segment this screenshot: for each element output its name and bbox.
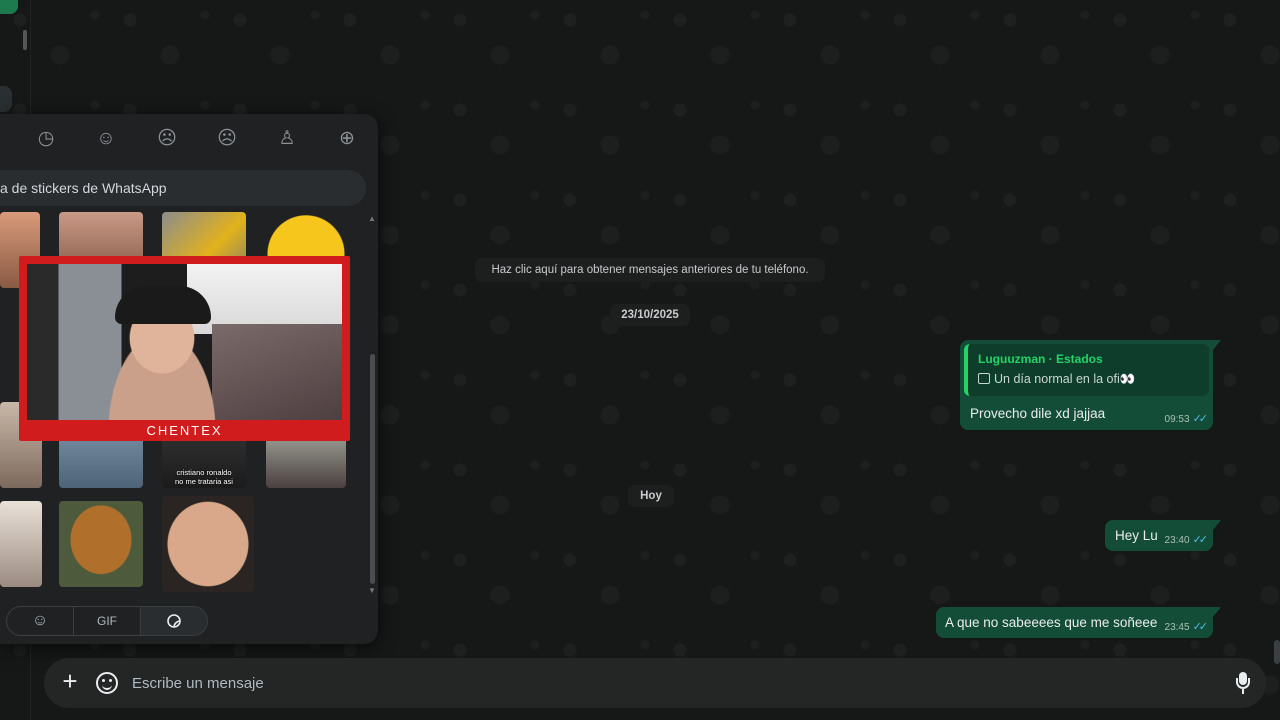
microphone-icon[interactable] bbox=[1236, 672, 1250, 694]
frown-icon[interactable]: ☹ bbox=[156, 128, 178, 150]
message-meta: 23:45 ✓✓ bbox=[1164, 620, 1209, 633]
message-text: Hey Lu bbox=[1115, 528, 1158, 543]
sticker-categories: ◷ ☺ ☹ ☹ ♙ ⊕ bbox=[0, 124, 378, 154]
sad-icon[interactable]: ☹ bbox=[216, 128, 238, 150]
tab-emoji[interactable]: ☺ bbox=[7, 607, 74, 635]
webcam-overlay: CHENTEX bbox=[19, 256, 350, 441]
quote-text-row: Un día normal en la ofi👀 bbox=[978, 372, 1135, 387]
outgoing-message[interactable]: Hey Lu 23:40 ✓✓ bbox=[1105, 520, 1221, 551]
message-meta: 23:40 ✓✓ bbox=[1164, 533, 1209, 546]
message-time: 23:45 bbox=[1164, 622, 1190, 633]
sticker-scrollbar[interactable] bbox=[370, 354, 375, 584]
message-text: Provecho dile xd jajjaa bbox=[970, 406, 1106, 421]
message-text: A que no sabeeees que me soñeee bbox=[945, 615, 1158, 630]
webcam-feed bbox=[27, 264, 342, 420]
sidebar-scrollbar[interactable] bbox=[23, 30, 27, 50]
cake-icon[interactable]: ♙ bbox=[276, 128, 298, 150]
add-circle-icon[interactable]: ⊕ bbox=[336, 128, 358, 150]
message-time: 09:53 bbox=[1164, 414, 1190, 425]
sticker-caption: cristiano ronaldo no me trataria asi bbox=[175, 468, 233, 486]
date-separator-today: Hoy bbox=[628, 485, 674, 507]
scroll-up-arrow[interactable]: ▲ bbox=[368, 214, 376, 223]
outgoing-message[interactable]: Luguuzman · Estados Un día normal en la … bbox=[960, 340, 1221, 430]
read-ticks-icon: ✓✓ bbox=[1192, 413, 1209, 425]
emoji-icon: ☺ bbox=[31, 612, 49, 629]
message-input[interactable] bbox=[132, 658, 1212, 708]
load-older-messages[interactable]: Haz clic aquí para obtener mensajes ante… bbox=[475, 258, 825, 282]
smile-icon[interactable]: ☺ bbox=[95, 128, 117, 150]
quote-text: Un día normal en la ofi👀 bbox=[994, 372, 1136, 386]
sticker-tile[interactable] bbox=[59, 501, 143, 587]
attach-plus-icon[interactable]: + bbox=[58, 668, 82, 694]
date-separator: 23/10/2025 bbox=[610, 304, 690, 326]
message-time: 23:40 bbox=[1164, 535, 1190, 546]
status-indicator bbox=[0, 0, 18, 14]
sticker-tile[interactable] bbox=[162, 496, 254, 592]
message-composer: + bbox=[44, 658, 1266, 708]
picker-tabs: ☺ GIF bbox=[6, 606, 208, 636]
webcam-headphones bbox=[115, 286, 211, 324]
chat-scrollbar[interactable] bbox=[1274, 640, 1280, 664]
tab-gif-label: GIF bbox=[97, 614, 117, 628]
clock-icon[interactable]: ◷ bbox=[35, 128, 57, 150]
message-meta: 09:53 ✓✓ bbox=[1164, 412, 1209, 425]
sidebar-tab[interactable] bbox=[0, 86, 12, 112]
sticker-button-icon[interactable] bbox=[96, 672, 118, 694]
tab-stickers[interactable] bbox=[141, 607, 207, 635]
tab-gif[interactable]: GIF bbox=[74, 607, 141, 635]
image-icon bbox=[978, 373, 990, 384]
read-ticks-icon: ✓✓ bbox=[1192, 534, 1209, 546]
outgoing-message[interactable]: A que no sabeeees que me soñeee 23:45 ✓✓ bbox=[936, 607, 1221, 638]
read-ticks-icon: ✓✓ bbox=[1192, 621, 1209, 633]
scroll-down-arrow[interactable]: ▼ bbox=[368, 586, 376, 595]
quoted-status[interactable]: Luguuzman · Estados Un día normal en la … bbox=[964, 344, 1209, 396]
webcam-label: CHENTEX bbox=[146, 423, 223, 438]
sticker-search-input[interactable]: a de stickers de WhatsApp bbox=[0, 170, 366, 206]
sticker-tile[interactable] bbox=[0, 501, 42, 587]
quote-author: Luguuzman · Estados bbox=[978, 352, 1103, 366]
sticker-icon bbox=[167, 614, 181, 628]
